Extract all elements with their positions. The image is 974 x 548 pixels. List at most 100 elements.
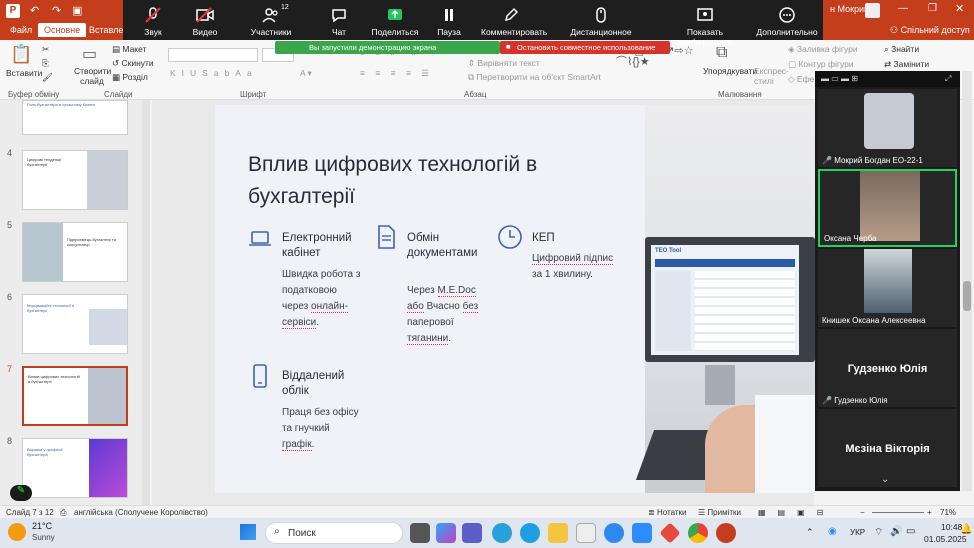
font-style-buttons[interactable]: KIUSabAa (170, 68, 258, 78)
slides-group-label: Слайди (104, 90, 133, 99)
show-conference-button[interactable]: Показать конференцию (659, 2, 751, 47)
minimize-icon[interactable]: — (898, 3, 908, 14)
cut-icon[interactable]: ✂ (42, 44, 49, 55)
windows-start-icon[interactable] (240, 524, 256, 540)
new-slide-button[interactable]: Створити слайд (74, 66, 111, 86)
slide-thumbnail-4[interactable]: Цифрові тенденції бухгалтерії (22, 150, 128, 210)
shape-effects-button[interactable]: ◇ Ефе (788, 74, 814, 85)
sleeve-image (755, 395, 815, 493)
reset-button[interactable]: ↺ Скинути (112, 58, 154, 69)
align-text-button[interactable]: ⇕ Вирівняти текст (468, 58, 540, 69)
quick-styles-button[interactable]: Експрес-стилі (754, 66, 789, 86)
chevron-up-icon[interactable]: ⌃ (806, 527, 814, 538)
slide-thumbnail-5[interactable]: Підприємець-бухгалтер та консультації (22, 222, 128, 282)
comments-button[interactable]: ☰ Примітки (698, 508, 741, 517)
clock-date[interactable]: 01.05.2025 (924, 534, 967, 544)
paste-icon[interactable]: 📋 (10, 44, 32, 65)
restore-icon[interactable]: ❐ (928, 3, 937, 14)
participant-tile[interactable]: Книшек Оксана Алексеевна (818, 249, 957, 327)
copy-icon[interactable]: ⎘ (42, 58, 49, 69)
volume-icon[interactable]: 🔊 (890, 526, 902, 537)
powerpoint-taskbar-icon[interactable] (716, 523, 736, 543)
slide-thumbnail-6[interactable]: Інформаційні технології в бухгалтерії (22, 294, 128, 354)
chevron-down-icon[interactable]: ⌄ (881, 474, 889, 485)
mute-button[interactable]: Звук (123, 2, 183, 40)
avatar[interactable] (865, 3, 880, 18)
store-icon[interactable] (576, 523, 596, 543)
notes-button[interactable]: ≣ Нотатки (648, 508, 686, 517)
annotate-button[interactable]: Комментировать (481, 2, 547, 40)
taskbar-search[interactable]: ⌕ Поиск (265, 522, 403, 544)
participants-count: 12 (281, 4, 289, 11)
ppt-scrollbar[interactable] (962, 71, 972, 491)
share-screen-button[interactable]: Поделиться (365, 2, 425, 40)
tray-zoom-icon[interactable]: ◉ (828, 526, 837, 537)
weather-icon[interactable] (8, 523, 26, 541)
tab-file[interactable]: Файл (10, 25, 32, 35)
chrome-icon[interactable] (688, 523, 708, 543)
section-button[interactable]: ▦ Розділ (112, 72, 148, 83)
edge-icon[interactable] (520, 523, 540, 543)
format-painter-icon[interactable]: 🖌 (42, 72, 53, 83)
slide-thumbnail-3[interactable]: Роль бухгалтера в сучасному бізнесі (22, 100, 128, 135)
wifi-icon[interactable]: ⌔ (874, 526, 883, 539)
zoom-app-icon[interactable] (632, 523, 652, 543)
remote-control-button[interactable]: Дистанционное управление (551, 2, 651, 47)
task-view-icon[interactable] (410, 523, 430, 543)
browser-icon[interactable] (604, 523, 624, 543)
zoom-out-icon[interactable]: − (860, 508, 865, 517)
video-button[interactable]: Видео (175, 2, 235, 40)
underlined-text: онлайн-сервіси (282, 301, 348, 329)
annotation-pen-icon[interactable]: ✎ (10, 485, 32, 501)
teams-icon[interactable] (462, 523, 482, 543)
pause-button[interactable]: Пауза (419, 2, 479, 40)
arrange-button[interactable]: Упорядкувати (703, 66, 757, 76)
file-explorer-icon[interactable] (548, 523, 568, 543)
font-color-icon[interactable]: A ▾ (300, 68, 312, 79)
smartart-button[interactable]: ⧉ Перетворити на об'єкт SmartArt (468, 72, 601, 83)
slide-thumbnail-8[interactable]: Виклики у професії бухгалтера (22, 438, 128, 498)
current-slide[interactable]: Вплив цифрових технологій в бухгалтерії … (215, 105, 645, 493)
keyboard-language[interactable]: УКР (850, 528, 865, 537)
slide-thumbnail-7[interactable]: Вплив цифрових технологій в бухгалтерії (22, 366, 128, 426)
feature-title-remote: Віддалений облік (282, 370, 345, 397)
copilot-icon[interactable] (436, 523, 456, 543)
notifications-icon[interactable]: 🔔 (960, 524, 972, 535)
gallery-view-icons[interactable]: ▬ ▭ ▬ ⊞ (821, 74, 858, 83)
more-button[interactable]: Дополнительно (753, 2, 821, 40)
mute-label: Звук (144, 27, 162, 37)
share-button[interactable]: ⚇ Спільний доступ (890, 25, 970, 36)
language-status[interactable]: англійська (Сполучене Королівство) (74, 508, 208, 517)
telegram-icon[interactable] (492, 523, 512, 543)
paste-button[interactable]: Вставити (6, 68, 42, 78)
close-icon[interactable]: ✕ (955, 2, 964, 15)
zoom-in-icon[interactable]: + (927, 508, 932, 517)
redo-icon[interactable]: ↷ (52, 4, 61, 17)
expand-icon[interactable]: ⤢ (945, 74, 951, 84)
view-buttons[interactable]: ▦▤▣⊟ (758, 508, 835, 517)
undo-icon[interactable]: ↶ (30, 4, 39, 17)
scrollbar-thumb[interactable] (963, 281, 971, 311)
participant-tile[interactable]: 🎤 Мокрий Богдан ЕО-22-1 (818, 89, 957, 167)
participant-tile-active[interactable]: Оксана Черба (818, 169, 957, 247)
font-family-select[interactable] (168, 48, 258, 62)
layout-button[interactable]: ▤ Макет (112, 44, 146, 55)
shape-outline-button[interactable]: ▢ Контур фігури (788, 59, 854, 70)
participants-button[interactable]: Участники 12 (241, 2, 301, 40)
participant-video (860, 171, 920, 241)
battery-icon[interactable]: ▭ (906, 526, 915, 537)
find-button[interactable]: ⌕ Знайти (884, 44, 919, 55)
participant-tile[interactable]: Гудзенко Юлія 🎤 Гудзенко Юлія (818, 329, 957, 407)
shape-fill-button[interactable]: ◈ Заливка фігури (788, 44, 858, 55)
new-slide-icon[interactable]: ▭ (82, 44, 97, 64)
tab-home[interactable]: Основне (38, 23, 87, 37)
spellcheck-icon[interactable]: ⎙ (60, 508, 66, 518)
align-icons[interactable]: ≡ ≡ ≡ ≡ ☰ (360, 68, 433, 79)
thumbnail-scrollbar[interactable] (142, 100, 150, 505)
zoom-level[interactable]: 71% (940, 508, 956, 517)
zoom-slider[interactable] (872, 512, 924, 513)
start-slideshow-icon[interactable]: ▣ (72, 4, 82, 17)
chat-button[interactable]: Чат (309, 2, 369, 40)
stop-share-button[interactable]: ■ Остановить совместное использование (500, 41, 670, 54)
replace-button[interactable]: ⇄ Замінити (884, 59, 929, 70)
